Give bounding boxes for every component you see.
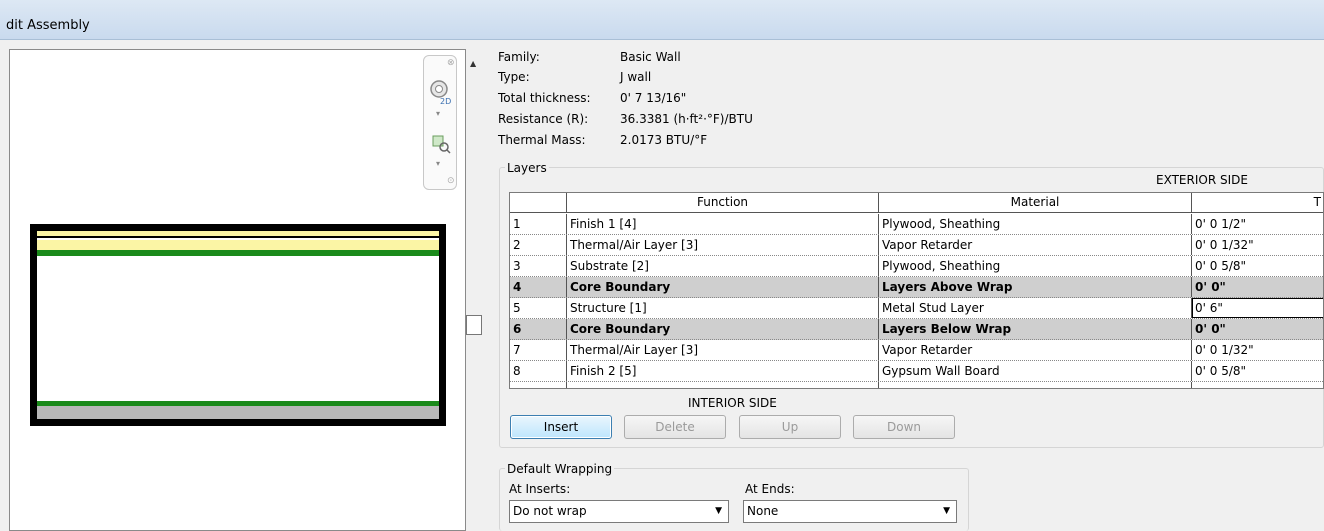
chevron-down-icon[interactable]: ▾ bbox=[436, 109, 440, 118]
options-icon[interactable]: ⊙ bbox=[447, 176, 455, 186]
row-number bbox=[510, 382, 567, 388]
function-cell[interactable]: Thermal/Air Layer [3] bbox=[567, 235, 879, 255]
at-inserts-label: At Inserts: bbox=[509, 482, 571, 496]
exterior-side-label: EXTERIOR SIDE bbox=[1156, 173, 1248, 187]
property-label: Resistance (R): bbox=[498, 112, 589, 126]
row-number[interactable]: 6 bbox=[510, 319, 567, 339]
at-ends-value: None bbox=[747, 504, 779, 518]
material-cell[interactable]: Plywood, Sheathing bbox=[879, 256, 1192, 276]
function-cell[interactable]: Finish 2 [5] bbox=[567, 361, 879, 381]
thickness-cell[interactable]: 0' 0 5/8" bbox=[1192, 361, 1323, 381]
thickness-cell[interactable]: 0' 0 5/8" bbox=[1192, 256, 1323, 276]
material-cell[interactable]: Metal Stud Layer bbox=[879, 298, 1192, 318]
gypsum-layer-band bbox=[37, 406, 439, 419]
table-header: Function Material T bbox=[510, 193, 1323, 213]
function-cell[interactable]: Core Boundary bbox=[567, 319, 879, 339]
function-cell bbox=[567, 382, 879, 388]
row-number[interactable]: 3 bbox=[510, 256, 567, 276]
delete-button[interactable]: Delete bbox=[624, 415, 726, 439]
property-label: Thermal Mass: bbox=[498, 133, 586, 147]
thickness-cell[interactable]: 0' 0 1/2" bbox=[1192, 214, 1323, 234]
material-cell[interactable]: Vapor Retarder bbox=[879, 340, 1192, 360]
wall-preview-pane[interactable]: ⊗ 2D ▾ ▾ ⊙ bbox=[9, 49, 466, 531]
property-value: J wall bbox=[620, 70, 652, 84]
core-boundary-row[interactable]: 6 Core Boundary Layers Below Wrap 0' 0" bbox=[510, 319, 1323, 340]
table-row[interactable]: 3 Substrate [2] Plywood, Sheathing 0' 0 … bbox=[510, 256, 1323, 277]
navigation-bar: ⊗ 2D ▾ ▾ ⊙ bbox=[423, 55, 457, 190]
layers-group-title: Layers bbox=[505, 161, 549, 175]
layers-table[interactable]: Function Material T 1 Finish 1 [4] Plywo… bbox=[509, 192, 1324, 389]
chevron-down-icon[interactable]: ▼ bbox=[715, 501, 722, 522]
chevron-down-icon[interactable]: ▾ bbox=[436, 159, 440, 168]
property-label: Type: bbox=[498, 70, 530, 84]
preview-scrollbar[interactable]: ▲ bbox=[466, 49, 483, 531]
vapor-retarder-band bbox=[37, 250, 439, 256]
function-cell[interactable]: Finish 1 [4] bbox=[567, 214, 879, 234]
svg-text:2D: 2D bbox=[440, 97, 451, 106]
property-value: Basic Wall bbox=[620, 50, 681, 64]
material-cell[interactable]: Gypsum Wall Board bbox=[879, 361, 1192, 381]
row-number[interactable]: 4 bbox=[510, 277, 567, 297]
material-cell[interactable]: Layers Above Wrap bbox=[879, 277, 1192, 297]
substrate-layer-band bbox=[37, 240, 439, 250]
column-header-number bbox=[510, 193, 567, 213]
thickness-cell-selected[interactable]: 0' 6" bbox=[1192, 298, 1323, 318]
row-number[interactable]: 8 bbox=[510, 361, 567, 381]
empty-row bbox=[510, 382, 1323, 388]
thickness-cell[interactable]: 0' 0" bbox=[1192, 277, 1323, 297]
row-number[interactable]: 2 bbox=[510, 235, 567, 255]
at-ends-label: At Ends: bbox=[745, 482, 795, 496]
column-header-material[interactable]: Material bbox=[879, 193, 1192, 213]
window-title: dit Assembly bbox=[6, 18, 90, 33]
material-cell[interactable]: Vapor Retarder bbox=[879, 235, 1192, 255]
function-cell[interactable]: Thermal/Air Layer [3] bbox=[567, 340, 879, 360]
thickness-cell[interactable]: 0' 0 1/32" bbox=[1192, 340, 1323, 360]
property-value: 36.3381 (h·ft²·°F)/BTU bbox=[620, 112, 753, 126]
finish-layer-band bbox=[37, 231, 439, 238]
at-inserts-select[interactable]: Do not wrap ▼ bbox=[509, 500, 729, 523]
thickness-cell[interactable]: 0' 0 1/32" bbox=[1192, 235, 1323, 255]
thickness-cell[interactable]: 0' 0" bbox=[1192, 319, 1323, 339]
material-cell[interactable]: Plywood, Sheathing bbox=[879, 214, 1192, 234]
up-button[interactable]: Up bbox=[739, 415, 841, 439]
property-label: Family: bbox=[498, 50, 540, 64]
default-wrapping-title: Default Wrapping bbox=[505, 462, 615, 476]
table-row[interactable]: 5 Structure [1] Metal Stud Layer 0' 6" bbox=[510, 298, 1323, 319]
property-label: Total thickness: bbox=[498, 91, 591, 105]
scroll-up-icon[interactable]: ▲ bbox=[470, 59, 476, 68]
table-row[interactable]: 8 Finish 2 [5] Gypsum Wall Board 0' 0 5/… bbox=[510, 361, 1323, 382]
scroll-thumb[interactable] bbox=[466, 315, 482, 335]
row-number[interactable]: 7 bbox=[510, 340, 567, 360]
property-value: 0' 7 13/16" bbox=[620, 91, 687, 105]
table-row[interactable]: 1 Finish 1 [4] Plywood, Sheathing 0' 0 1… bbox=[510, 214, 1323, 235]
core-boundary-row[interactable]: 4 Core Boundary Layers Above Wrap 0' 0" bbox=[510, 277, 1323, 298]
material-cell[interactable]: Layers Below Wrap bbox=[879, 319, 1192, 339]
at-inserts-value: Do not wrap bbox=[513, 504, 587, 518]
column-header-thickness[interactable]: T bbox=[1192, 193, 1323, 213]
property-value: 2.0173 BTU/°F bbox=[620, 133, 708, 147]
at-ends-select[interactable]: None ▼ bbox=[743, 500, 957, 523]
wall-section-preview bbox=[30, 224, 446, 426]
function-cell[interactable]: Structure [1] bbox=[567, 298, 879, 318]
column-header-function[interactable]: Function bbox=[567, 193, 879, 213]
title-bar: dit Assembly bbox=[0, 0, 1324, 40]
function-cell[interactable]: Core Boundary bbox=[567, 277, 879, 297]
row-number[interactable]: 5 bbox=[510, 298, 567, 318]
2d-wheel-icon[interactable]: 2D bbox=[429, 78, 451, 106]
zoom-icon[interactable] bbox=[430, 133, 452, 155]
row-number[interactable]: 1 bbox=[510, 214, 567, 234]
insert-button[interactable]: Insert bbox=[510, 415, 612, 439]
material-cell bbox=[879, 382, 1192, 388]
table-row[interactable]: 7 Thermal/Air Layer [3] Vapor Retarder 0… bbox=[510, 340, 1323, 361]
chevron-down-icon[interactable]: ▼ bbox=[943, 501, 950, 522]
function-cell[interactable]: Substrate [2] bbox=[567, 256, 879, 276]
table-row[interactable]: 2 Thermal/Air Layer [3] Vapor Retarder 0… bbox=[510, 235, 1323, 256]
down-button[interactable]: Down bbox=[853, 415, 955, 439]
interior-side-label: INTERIOR SIDE bbox=[688, 396, 777, 410]
close-navbar-icon[interactable]: ⊗ bbox=[447, 58, 455, 68]
